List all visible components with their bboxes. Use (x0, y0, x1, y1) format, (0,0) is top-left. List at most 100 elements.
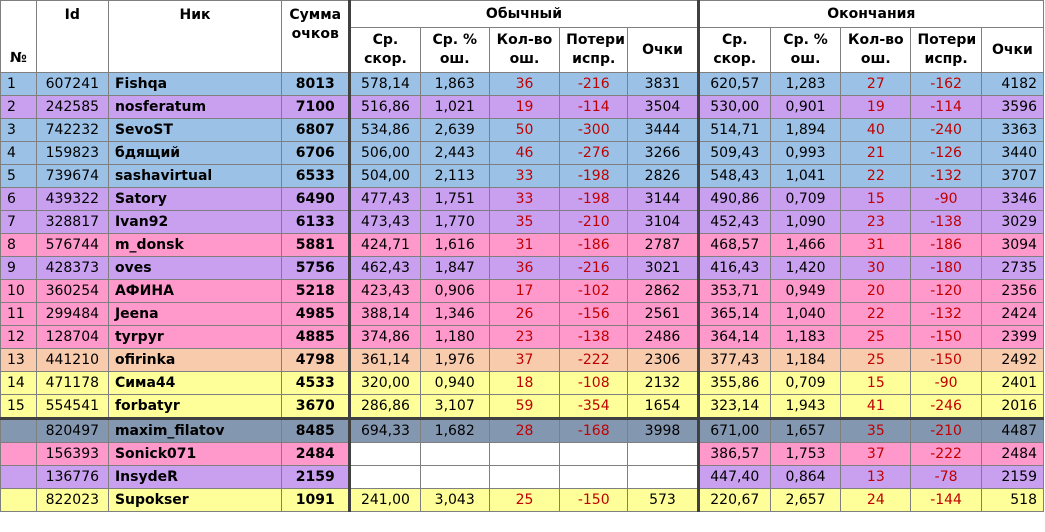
cell-endings-speed: 386,57 (697, 442, 771, 466)
cell-endings-count: 15 (840, 371, 912, 395)
header-regular-err-count: Кол-во ош. (488, 27, 561, 73)
cell-num: 8 (0, 233, 37, 257)
cell-num: 12 (0, 325, 37, 349)
cell-endings-speed: 377,43 (697, 348, 771, 372)
cell-regular-points: 2486 (627, 325, 700, 349)
table-row: 5 739674 sashavirtual 6533 504,00 2,113 33 -198… (0, 164, 1045, 188)
cell-regular-points: 2826 (627, 164, 700, 188)
cell-sum: 6533 (281, 164, 352, 188)
cell-regular-err (419, 465, 490, 489)
cell-id: 159823 (35, 141, 109, 165)
cell-endings-err: 1,041 (769, 164, 842, 188)
cell-regular-speed: 473,43 (349, 210, 421, 234)
cell-regular-points: 3266 (627, 141, 700, 165)
cell-sum: 3670 (281, 394, 352, 419)
cell-sum: 6490 (281, 187, 352, 211)
cell-id: 242585 (35, 95, 109, 119)
cell-endings-speed: 365,14 (697, 302, 771, 326)
cell-regular-err: 3,043 (419, 488, 490, 512)
cell-endings-err: 1,420 (769, 256, 842, 280)
cell-regular-speed (349, 442, 421, 466)
cell-endings-loss: -150 (910, 348, 982, 372)
cell-endings-count: 20 (840, 279, 912, 303)
cell-endings-points: 2484 (980, 442, 1045, 466)
header-regular-fix-loss: Потери испр. (559, 27, 629, 73)
cell-regular-loss: -222 (559, 348, 629, 372)
cell-endings-points: 3707 (980, 164, 1045, 188)
cell-endings-points: 2735 (980, 256, 1045, 280)
cell-id: 739674 (35, 164, 109, 188)
cell-endings-points: 2159 (980, 465, 1045, 489)
header-group-endings: Окончания (697, 0, 1045, 28)
table-row: 1 607241 Fishqa 8013 578,14 1,863 36 -216 3831 62… (0, 72, 1045, 96)
cell-endings-err: 0,709 (769, 187, 842, 211)
cell-endings-err: 0,949 (769, 279, 842, 303)
cell-regular-speed: 286,86 (349, 394, 421, 419)
cell-num (0, 465, 37, 489)
cell-endings-count: 27 (840, 72, 912, 96)
cell-endings-points: 2356 (980, 279, 1045, 303)
header-regular-avg-err: Ср. % ош. (419, 27, 490, 73)
cell-nick: InsydeR (107, 465, 283, 489)
cell-endings-points: 518 (980, 488, 1045, 512)
cell-id: 554541 (35, 394, 109, 419)
cell-regular-speed: 320,00 (349, 371, 421, 395)
cell-nick: Satory (107, 187, 283, 211)
cell-regular-err: 0,940 (419, 371, 490, 395)
cell-endings-err: 0,901 (769, 95, 842, 119)
cell-endings-speed: 355,86 (697, 371, 771, 395)
cell-sum: 1091 (281, 488, 352, 512)
cell-regular-speed: 424,71 (349, 233, 421, 257)
cell-regular-err: 1,021 (419, 95, 490, 119)
table-row: 15 554541 forbatyr 3670 286,86 3,107 59 -354 165… (0, 394, 1045, 419)
cell-endings-loss: -222 (910, 442, 982, 466)
table-row: 11 299484 Jeena 4985 388,14 1,346 26 -156 2561 36… (0, 302, 1045, 326)
cell-nick: Jeena (107, 302, 283, 326)
cell-regular-err: 2,443 (419, 141, 490, 165)
cell-endings-points: 4182 (980, 72, 1045, 96)
table-row: 3 742232 SevoST 6807 534,86 2,639 50 -300 3444 51… (0, 118, 1045, 142)
cell-endings-points: 4487 (980, 417, 1045, 443)
cell-endings-points: 3346 (980, 187, 1045, 211)
cell-endings-loss: -132 (910, 302, 982, 326)
cell-num: 11 (0, 302, 37, 326)
cell-endings-speed: 548,43 (697, 164, 771, 188)
cell-regular-speed: 578,14 (349, 72, 421, 96)
cell-endings-count: 13 (840, 465, 912, 489)
cell-endings-count: 41 (840, 394, 912, 419)
cell-regular-count: 23 (488, 325, 561, 349)
cell-num: 7 (0, 210, 37, 234)
cell-sum: 4533 (281, 371, 352, 395)
results-body: 1 607241 Fishqa 8013 578,14 1,863 36 -216 3831 62… (0, 72, 1045, 512)
cell-id: 299484 (35, 302, 109, 326)
cell-regular-loss (559, 442, 629, 466)
cell-endings-loss: -210 (910, 417, 982, 443)
cell-endings-err: 1,753 (769, 442, 842, 466)
cell-sum: 6706 (281, 141, 352, 165)
cell-num (0, 417, 37, 443)
cell-regular-points: 2862 (627, 279, 700, 303)
cell-endings-loss: -132 (910, 164, 982, 188)
cell-regular-count: 25 (488, 488, 561, 512)
cell-sum: 5881 (281, 233, 352, 257)
header-endings-err-count: Кол-во ош. (840, 27, 912, 73)
cell-num (0, 488, 37, 512)
cell-regular-speed: 241,00 (349, 488, 421, 512)
cell-regular-count: 26 (488, 302, 561, 326)
cell-endings-points: 3094 (980, 233, 1045, 257)
cell-regular-err: 0,906 (419, 279, 490, 303)
cell-endings-count: 22 (840, 164, 912, 188)
table-row: 9 428373 oves 5756 462,43 1,847 36 -216 3021 416,… (0, 256, 1045, 280)
cell-regular-err: 1,847 (419, 256, 490, 280)
cell-id: 576744 (35, 233, 109, 257)
cell-endings-count: 15 (840, 187, 912, 211)
header-id: Id (35, 0, 109, 73)
cell-regular-loss: -354 (559, 394, 629, 419)
cell-endings-loss: -240 (910, 118, 982, 142)
cell-endings-points: 2399 (980, 325, 1045, 349)
cell-id: 471178 (35, 371, 109, 395)
cell-num: 10 (0, 279, 37, 303)
cell-regular-points: 573 (627, 488, 700, 512)
cell-endings-count: 21 (840, 141, 912, 165)
cell-endings-err: 0,864 (769, 465, 842, 489)
